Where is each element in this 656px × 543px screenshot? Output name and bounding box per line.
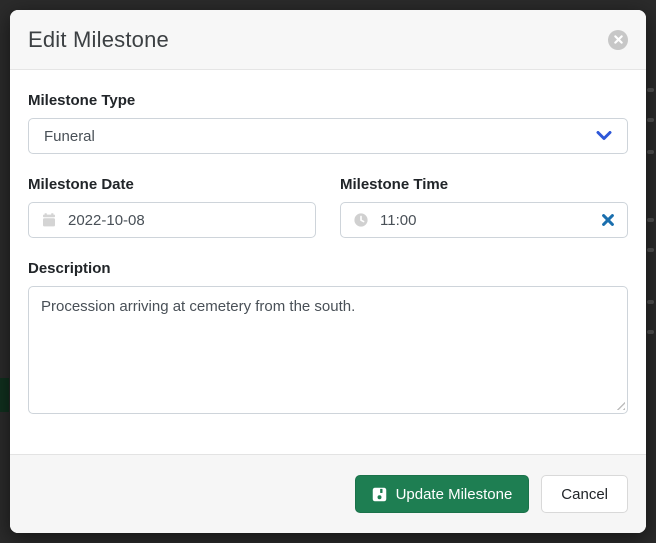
milestone-type-label: Milestone Type [28, 92, 628, 109]
dialog-footer: Update Milestone Cancel [10, 454, 646, 533]
milestone-time-label: Milestone Time [340, 176, 628, 193]
milestone-date-field [28, 202, 316, 238]
backdrop-text-remnant [647, 330, 654, 334]
backdrop-text-remnant [647, 150, 654, 154]
time-column: Milestone Time [340, 176, 628, 238]
update-milestone-button[interactable]: Update Milestone [355, 475, 530, 513]
cancel-label: Cancel [561, 486, 608, 503]
backdrop-text-remnant [647, 300, 654, 304]
cancel-button[interactable]: Cancel [541, 475, 628, 513]
backdrop-text-remnant [647, 218, 654, 222]
description-field: Procession arriving at cemetery from the… [28, 286, 628, 414]
dialog-header: Edit Milestone [10, 10, 646, 70]
backdrop-text-remnant [647, 248, 654, 252]
date-time-row: Milestone Date Milestone Time [28, 176, 628, 238]
close-button[interactable] [608, 30, 628, 50]
milestone-type-value: Funeral [44, 128, 95, 145]
clear-time-button[interactable] [601, 213, 615, 227]
milestone-time-input[interactable] [380, 212, 590, 229]
milestone-time-field [340, 202, 628, 238]
milestone-date-input[interactable] [68, 212, 303, 229]
backdrop-text-remnant [647, 118, 654, 122]
clear-icon [601, 213, 615, 227]
milestone-type-select[interactable]: Funeral [28, 118, 628, 154]
description-label: Description [28, 260, 628, 277]
description-textarea[interactable]: Procession arriving at cemetery from the… [28, 286, 628, 414]
dialog-body: Milestone Type Funeral Milestone Date [10, 70, 646, 454]
description-group: Description Procession arriving at cemet… [28, 260, 628, 414]
edit-milestone-dialog: Edit Milestone Milestone Type Funeral Mi… [10, 10, 646, 533]
milestone-date-label: Milestone Date [28, 176, 316, 193]
dialog-title: Edit Milestone [28, 27, 169, 53]
update-milestone-label: Update Milestone [396, 486, 513, 503]
backdrop-page-remnant [0, 378, 9, 412]
clock-icon [353, 212, 369, 228]
date-column: Milestone Date [28, 176, 316, 238]
save-icon [372, 487, 387, 502]
calendar-icon [41, 212, 57, 228]
backdrop-text-remnant [647, 88, 654, 92]
close-icon [614, 35, 623, 44]
chevron-down-icon [596, 131, 612, 141]
